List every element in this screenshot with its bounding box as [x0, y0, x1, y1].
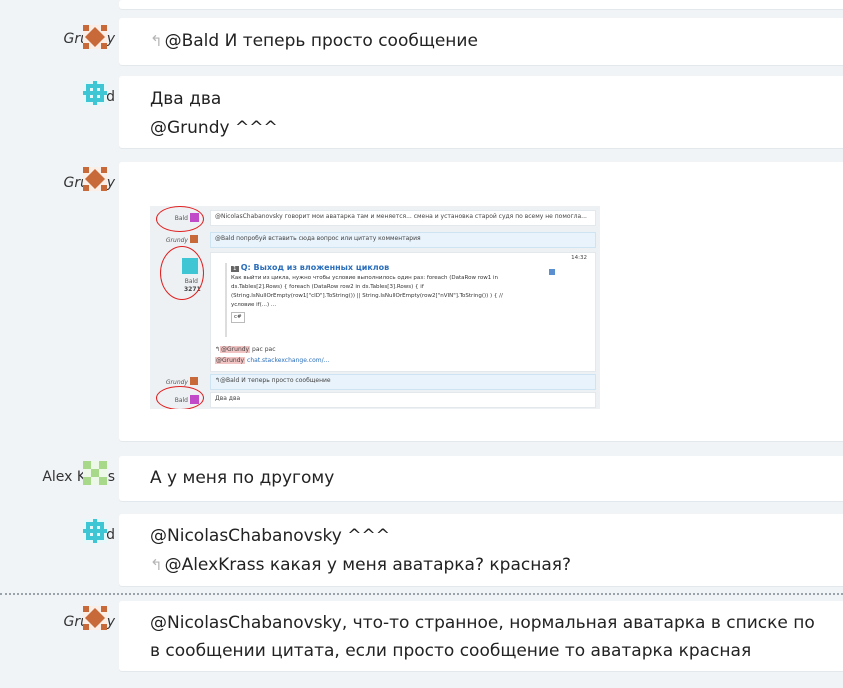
alex-krass-avatar-icon[interactable] — [83, 461, 107, 485]
shot-bubble: ↰@Bald И теперь просто сообщение — [210, 374, 596, 390]
unread-divider — [0, 593, 843, 595]
grundy-avatar-icon[interactable] — [83, 606, 107, 630]
shot-onebox-line: условие if(...) ... — [231, 302, 277, 308]
message-text: @Bald И теперь просто сообщение — [164, 31, 478, 51]
grundy-avatar-icon[interactable] — [83, 167, 107, 191]
bald-avatar-icon[interactable] — [83, 81, 107, 105]
shot-bubble: 14:32 1 Q: Выход из вложенных циклов Как… — [210, 252, 596, 372]
message-line: в сообщении цитата, если просто сообщени… — [150, 641, 752, 661]
red-circle-annotation — [156, 206, 204, 232]
shot-row: Bald 3271 14:32 1 Q: Выход из вложенных … — [150, 252, 600, 372]
message-text: А у меня по другому — [150, 468, 335, 488]
shot-text: ↰@Bald И теперь просто сообщение — [215, 377, 331, 384]
shot-onebox-line: Как выйти из цикла, нужно чтобы условие … — [231, 275, 499, 281]
message-line: @NicolasChabanovsky, что-то странное, но… — [150, 613, 815, 633]
shot-onebox: 1 Q: Выход из вложенных циклов Как выйти… — [225, 263, 555, 337]
shot-reply-line: ↰@Grundy рас рас — [215, 346, 276, 353]
shot-avatar-icon — [190, 377, 198, 385]
reply-arrow-icon[interactable]: ↰ — [150, 556, 163, 574]
shot-onebox-icon — [549, 269, 555, 275]
reply-arrow-icon[interactable]: ↰ — [150, 32, 163, 50]
shot-username: Grundy — [165, 237, 188, 244]
message-bubble: @NicolasChabanovsky, что-то странное, но… — [119, 601, 843, 671]
message-text: @AlexKrass какая у меня аватарка? красна… — [164, 555, 572, 575]
shot-username: Grundy — [165, 379, 188, 386]
shot-text: @Bald попробуй вставить сюда вопрос или … — [215, 235, 421, 242]
shot-onebox-line: (String.IsNullOrEmpty(row1["cID"].ToStri… — [231, 293, 503, 299]
shot-row: Bald @NicolasChabanovsky говорит мои ава… — [150, 210, 600, 226]
shot-row: Grundy ↰@Bald И теперь просто сообщение — [150, 374, 600, 390]
shot-timestamp: 14:32 — [571, 255, 587, 261]
message-line: Два два — [150, 89, 222, 109]
shot-row: Bald Два два — [150, 392, 600, 408]
message-bubble: @NicolasChabanovsky ^^^ ↰ @AlexKrass кака… — [119, 514, 843, 586]
message-content: ↰ @Bald И теперь просто сообщение — [150, 27, 478, 56]
message-line: @Grundy ^^^ — [150, 118, 278, 138]
red-circle-annotation — [160, 246, 204, 300]
shot-text: @NicolasChabanovsky говорит мои аватарка… — [215, 213, 587, 220]
red-circle-annotation — [156, 386, 204, 409]
shot-bubble: Два два — [210, 392, 596, 408]
shot-bubble: @Bald попробуй вставить сюда вопрос или … — [210, 232, 596, 248]
message-bubble: А у меня по другому — [119, 456, 843, 501]
bald-avatar-icon[interactable] — [83, 519, 107, 543]
shot-link-line: @Grundy chat.stackexchange.com/... — [215, 357, 330, 364]
shot-onebox-title: Q: Выход из вложенных циклов — [240, 263, 390, 272]
grundy-avatar-icon[interactable] — [83, 25, 107, 49]
shot-text: Два два — [215, 395, 241, 402]
message-bubble: Bald @NicolasChabanovsky говорит мои ава… — [119, 162, 843, 441]
message-content: ↰ @AlexKrass какая у меня аватарка? красн… — [150, 551, 571, 580]
message-bubble — [119, 0, 843, 9]
shot-onebox-tag: c# — [231, 312, 245, 323]
embedded-screenshot-image[interactable]: Bald @NicolasChabanovsky говорит мои ава… — [150, 206, 600, 409]
shot-onebox-line: ds.Tables[2].Rows) { foreach (DataRow ro… — [231, 284, 424, 290]
message-line: @NicolasChabanovsky ^^^ — [150, 526, 390, 546]
message-bubble: ↰ @Bald И теперь просто сообщение — [119, 18, 843, 65]
message-bubble: Два два @Grundy ^^^ — [119, 76, 843, 148]
shot-avatar-icon — [190, 235, 198, 243]
shot-bubble: @NicolasChabanovsky говорит мои аватарка… — [210, 210, 596, 226]
shot-score: 1 — [231, 266, 239, 272]
shot-row: Grundy @Bald попробуй вставить сюда вопр… — [150, 232, 600, 248]
